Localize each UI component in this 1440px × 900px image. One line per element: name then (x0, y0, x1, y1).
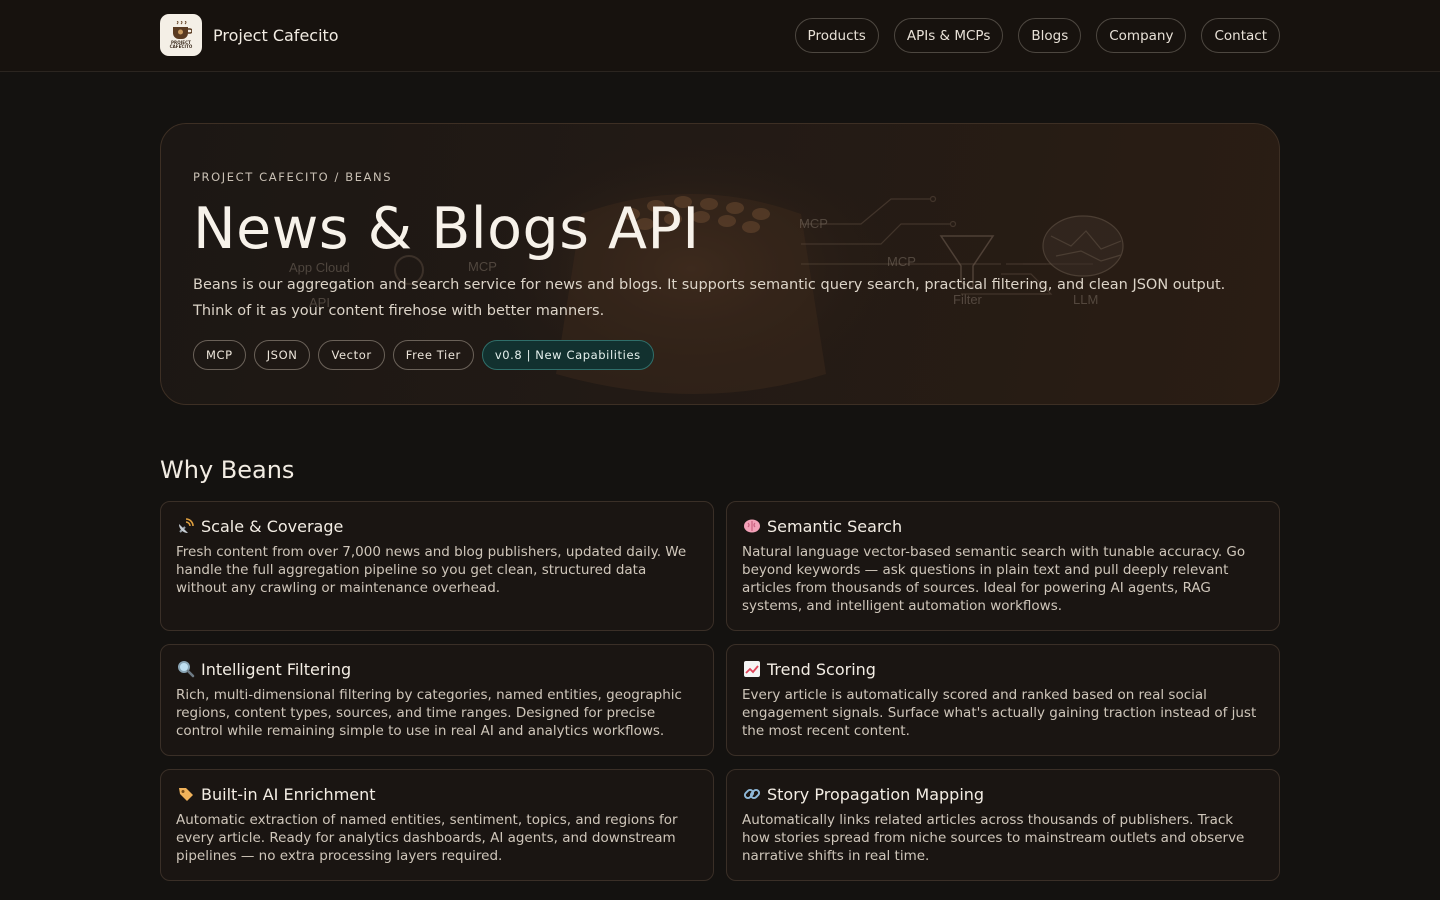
tag-version-capabilities[interactable]: v0.8 | New Capabilities (481, 340, 654, 370)
tag-free-tier: Free Tier (392, 340, 474, 370)
card-title: Story Propagation Mapping (767, 784, 985, 804)
card-description: Natural language vector-based semantic s… (742, 544, 1246, 614)
tag-json: JSON (253, 340, 311, 370)
feature-card-semantic-search: Semantic Search Natural language vector-… (726, 501, 1280, 631)
tag-vector: Vector (318, 340, 385, 370)
tag-mcp: MCP (193, 340, 246, 370)
card-title: Semantic Search (767, 516, 903, 536)
card-description: Fresh content from over 7,000 news and b… (176, 544, 687, 596)
feature-tags: MCP JSON Vector Free Tier v0.8 | New Cap… (193, 340, 1247, 370)
coffee-cup-icon (173, 21, 192, 39)
feature-card-ai-enrichment: Built-in AI Enrichment Automatic extract… (160, 769, 714, 881)
hero-description: Beans is our aggregation and search serv… (193, 277, 1226, 319)
label-tag-icon (176, 784, 196, 804)
card-description: Every article is automatically scored an… (742, 687, 1257, 739)
page-title: News & Blogs API (193, 196, 700, 262)
nav-blogs-link[interactable]: Blogs (1018, 18, 1082, 53)
nav-company-link[interactable]: Company (1096, 18, 1187, 53)
card-description: Automatic extraction of named entities, … (176, 812, 678, 864)
card-description: Automatically links related articles acr… (742, 812, 1245, 864)
nav-apis-mcps-link[interactable]: APIs & MCPs (893, 18, 1004, 53)
brain-icon (742, 516, 762, 536)
cafecito-logo: PROJECT CAFECITO (160, 14, 202, 56)
feature-card-trend-scoring: Trend Scoring Every article is automatic… (726, 644, 1280, 756)
main-nav: Products APIs & MCPs Blogs Company Conta… (794, 18, 1280, 53)
card-title: Scale & Coverage (201, 516, 344, 536)
satellite-antenna-icon (176, 516, 196, 536)
nav-products-link[interactable]: Products (794, 18, 879, 53)
link-icon (742, 784, 762, 804)
brand-home-link[interactable]: PROJECT CAFECITO Project Cafecito (160, 14, 339, 56)
top-navigation-bar: PROJECT CAFECITO Project Cafecito Produc… (0, 0, 1440, 72)
card-title: Built-in AI Enrichment (201, 784, 376, 804)
card-title: Trend Scoring (767, 659, 876, 679)
breadcrumb: PROJECT CAFECITO / BEANS (193, 170, 393, 184)
feature-card-intelligent-filtering: Intelligent Filtering Rich, multi-dimens… (160, 644, 714, 756)
card-description: Rich, multi-dimensional filtering by cat… (176, 687, 682, 739)
feature-card-scale-coverage: Scale & Coverage Fresh content from over… (160, 501, 714, 631)
logo-wordmark: PROJECT CAFECITO (169, 40, 193, 49)
brand-name: Project Cafecito (213, 25, 339, 45)
nav-contact-link[interactable]: Contact (1201, 18, 1280, 53)
chart-increasing-icon (742, 659, 762, 679)
magnifying-glass-icon (176, 659, 196, 679)
section-title-why-beans: Why Beans (160, 456, 295, 484)
feature-card-story-propagation: Story Propagation Mapping Automatically … (726, 769, 1280, 881)
card-title: Intelligent Filtering (201, 659, 352, 679)
hero-panel: App Cloud API MCP MCP MCP Filter LLM PRO… (160, 123, 1280, 405)
